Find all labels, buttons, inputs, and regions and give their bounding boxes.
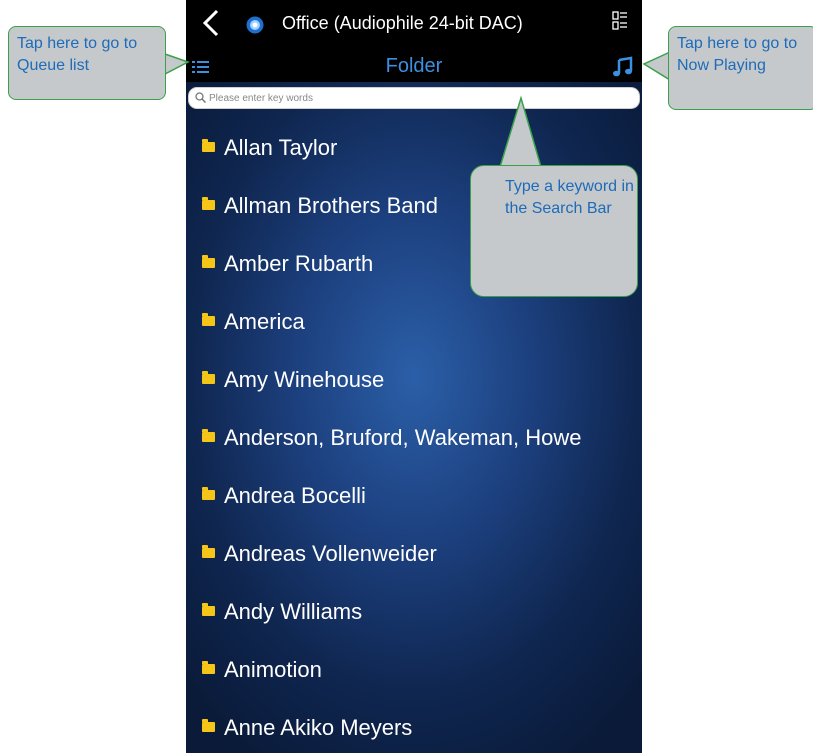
page-title: Folder bbox=[385, 55, 443, 77]
list-item[interactable]: Amy Winehouse bbox=[186, 352, 642, 410]
folder-header-bar: Folder bbox=[186, 52, 642, 82]
folder-name: Andrea Bocelli bbox=[224, 483, 366, 508]
search-callout: Type a keyword in the Search Bar bbox=[470, 165, 638, 297]
folder-name: Anderson, Bruford, Wakeman, Howe bbox=[224, 425, 582, 450]
folder-name: Andreas Vollenweider bbox=[224, 541, 437, 566]
list-item[interactable]: Andrea Bocelli bbox=[186, 468, 642, 526]
now-playing-callout: Tap here to go to Now Playing bbox=[668, 26, 813, 110]
folder-icon bbox=[202, 313, 215, 326]
folder-name: Animotion bbox=[224, 657, 322, 682]
list-item[interactable]: Andreas Vollenweider bbox=[186, 526, 642, 584]
folder-name: Anne Akiko Meyers bbox=[224, 715, 413, 740]
folder-icon bbox=[202, 371, 215, 384]
folder-name: Allman Brothers Band bbox=[224, 193, 438, 218]
search-icon bbox=[195, 92, 206, 103]
list-item[interactable]: Animotion bbox=[186, 642, 642, 700]
list-item[interactable]: America bbox=[186, 294, 642, 352]
folder-icon bbox=[202, 197, 215, 210]
queue-callout: Tap here to go to Queue list bbox=[8, 26, 166, 100]
device-title: Office (Audiophile 24-bit DAC) bbox=[282, 13, 523, 33]
list-item[interactable]: Andy Williams bbox=[186, 584, 642, 642]
top-bar: Office (Audiophile 24-bit DAC) bbox=[186, 0, 642, 52]
folder-name: Amy Winehouse bbox=[224, 367, 385, 392]
phone-screen: Office (Audiophile 24-bit DAC) Folder Pl… bbox=[186, 0, 642, 753]
folder-icon bbox=[202, 139, 215, 152]
search-bar[interactable] bbox=[188, 87, 640, 109]
search-input[interactable] bbox=[209, 89, 629, 107]
folder-name: Andy Williams bbox=[224, 599, 363, 624]
music-note-icon[interactable] bbox=[612, 56, 634, 78]
folder-icon bbox=[202, 429, 215, 442]
folder-name: Amber Rubarth bbox=[224, 251, 374, 276]
folder-icon bbox=[202, 487, 215, 500]
folder-icon bbox=[202, 661, 215, 674]
folder-icon bbox=[202, 719, 215, 732]
list-item[interactable]: Anne Akiko Meyers bbox=[186, 700, 642, 753]
folder-icon bbox=[202, 255, 215, 268]
folder-name: America bbox=[224, 309, 305, 334]
back-arrow-icon[interactable] bbox=[200, 8, 222, 38]
folder-name: Allan Taylor bbox=[224, 135, 338, 160]
device-icon bbox=[246, 16, 264, 34]
layout-grid-icon[interactable] bbox=[612, 10, 628, 32]
folder-icon bbox=[202, 545, 215, 558]
folder-icon bbox=[202, 603, 215, 616]
list-item[interactable]: Anderson, Bruford, Wakeman, Howe bbox=[186, 410, 642, 468]
